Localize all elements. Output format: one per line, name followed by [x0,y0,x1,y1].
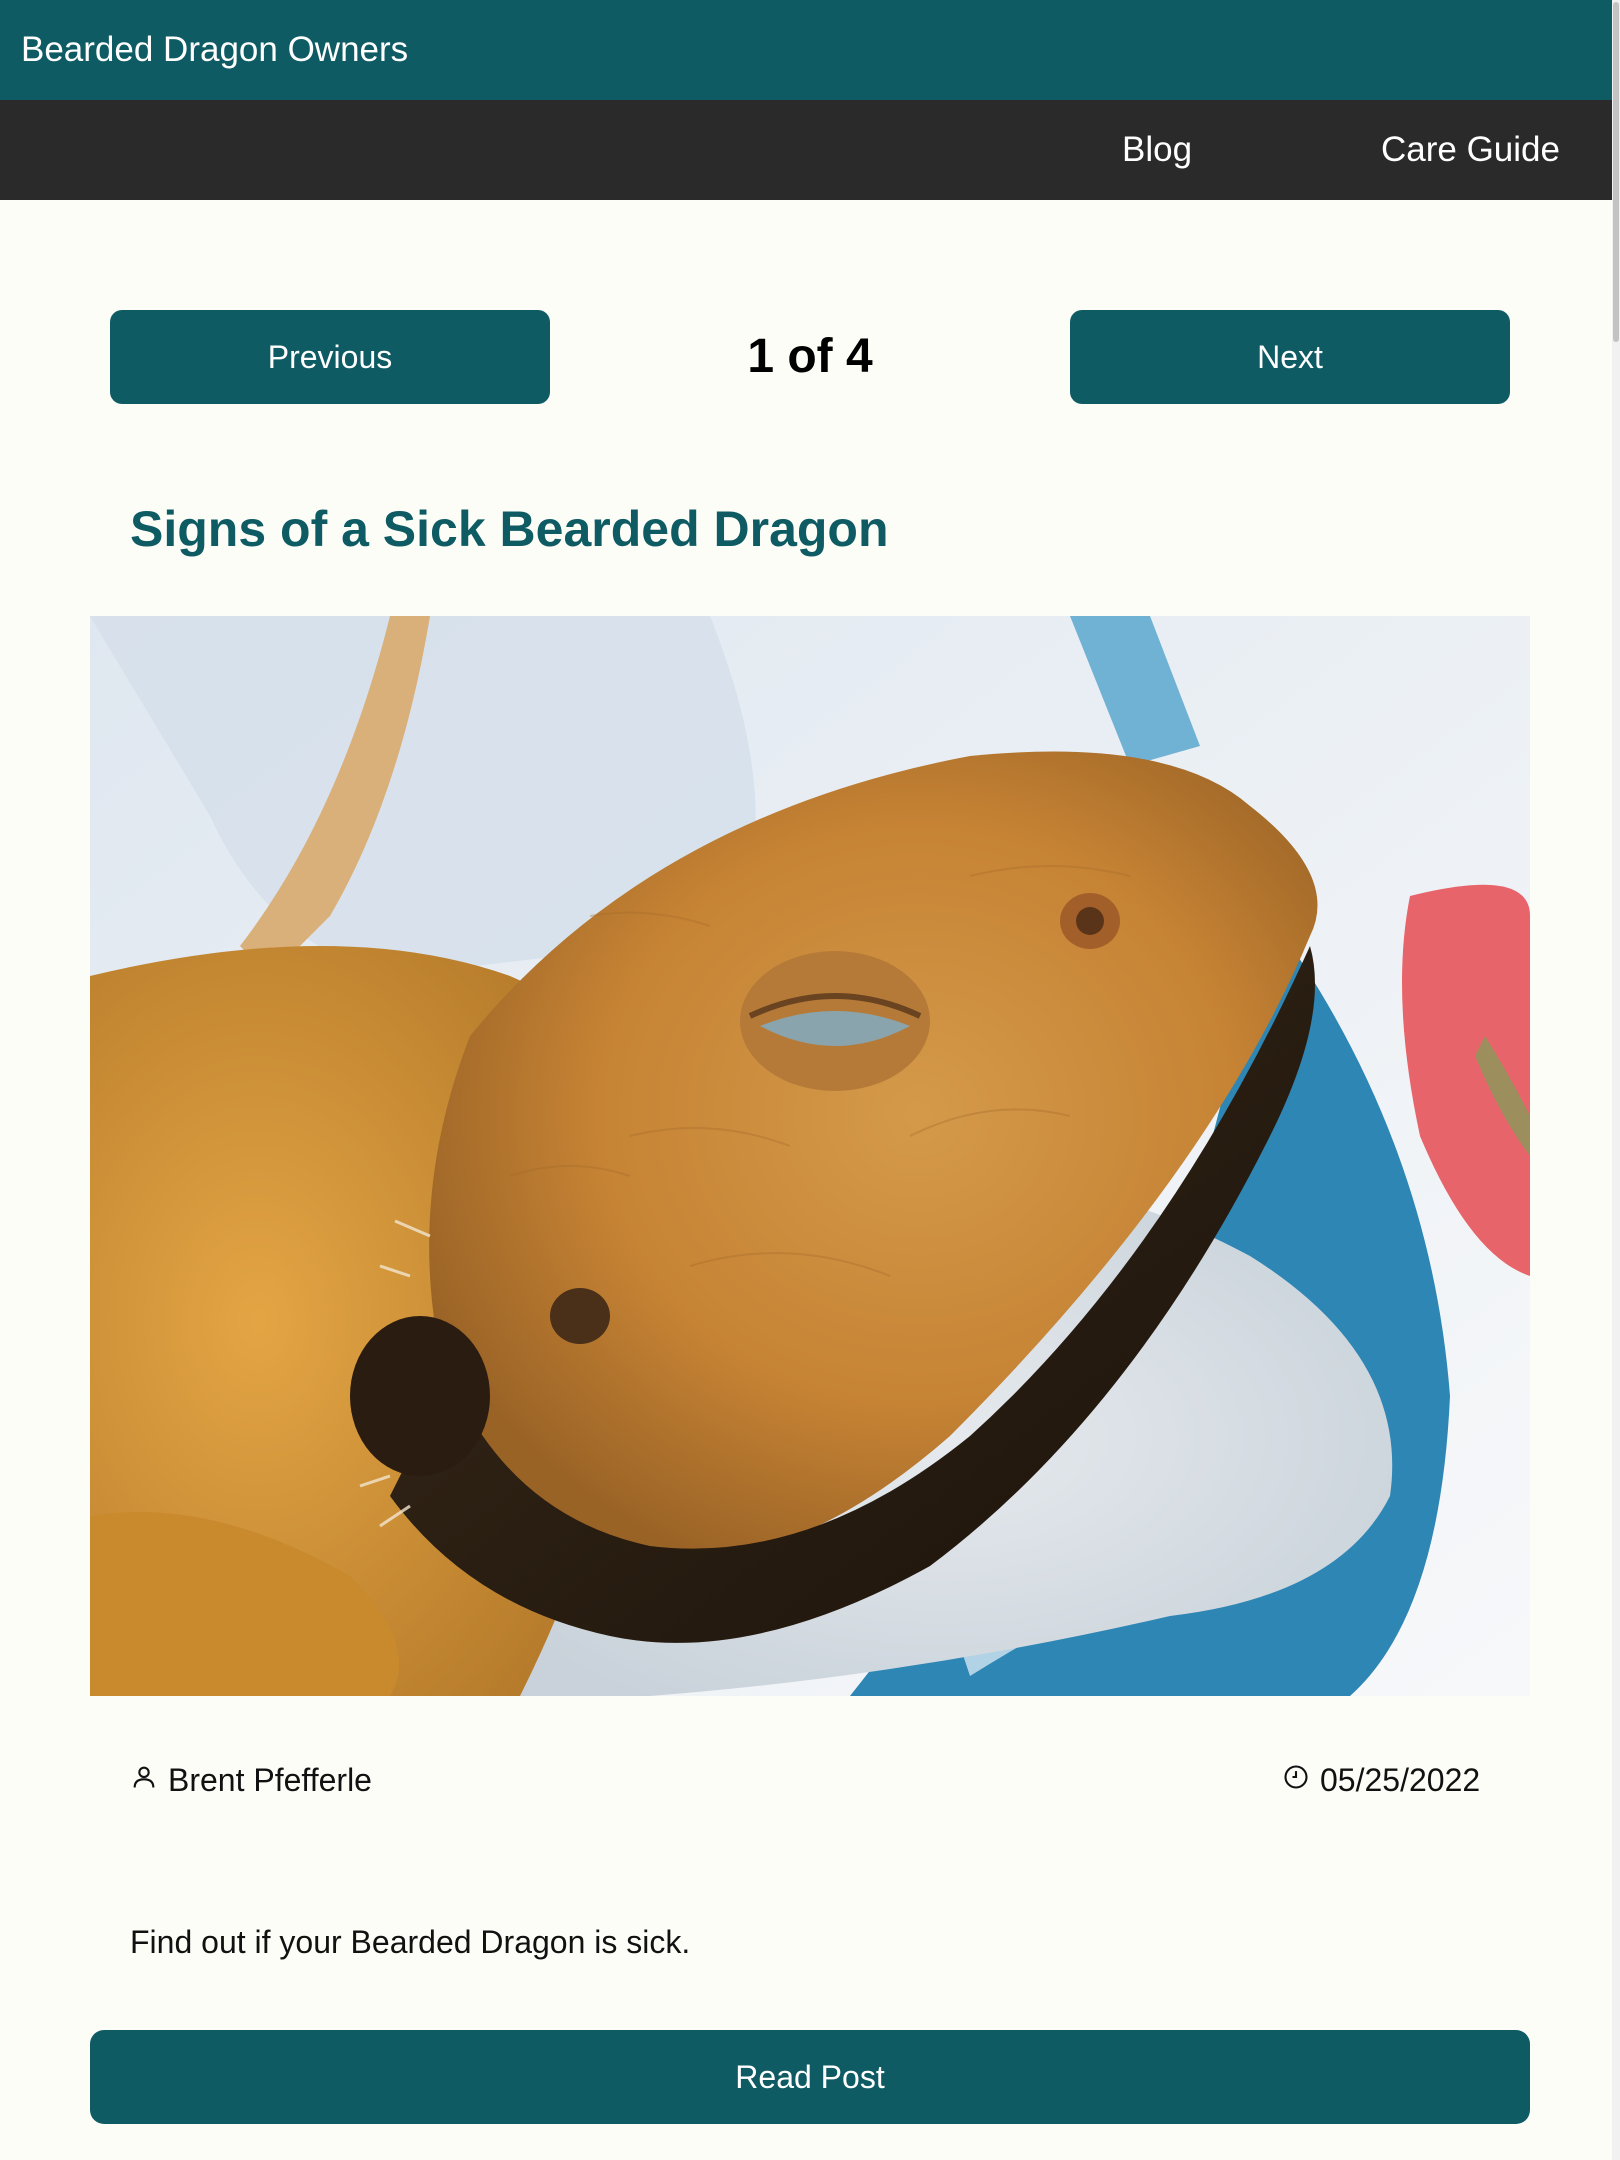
next-button[interactable]: Next [1070,310,1510,404]
main-nav: Blog Care Guide [0,100,1612,200]
read-post-button[interactable]: Read Post [90,2030,1530,2124]
nav-link-care-guide[interactable]: Care Guide [1381,100,1560,200]
nav-link-blog[interactable]: Blog [1122,100,1192,200]
post-title: Signs of a Sick Bearded Dragon [130,501,889,557]
post-date: 05/25/2022 [1282,1752,1480,1808]
post-image [90,616,1530,1696]
page-counter: 1 of 4 [747,330,873,383]
post-author: Brent Pfefferle [130,1752,372,1808]
scrollbar-thumb[interactable] [1613,2,1619,342]
site-brand[interactable]: Bearded Dragon Owners [21,0,408,100]
clock-icon [1282,1762,1320,1799]
author-name: Brent Pfefferle [168,1761,372,1798]
site-header: Bearded Dragon Owners [0,0,1612,100]
date-text: 05/25/2022 [1320,1761,1481,1798]
page-scrollbar[interactable] [1612,0,1620,2160]
previous-button[interactable]: Previous [110,310,550,404]
user-icon [130,1762,168,1799]
post-excerpt: Find out if your Bearded Dragon is sick. [130,1924,691,1960]
